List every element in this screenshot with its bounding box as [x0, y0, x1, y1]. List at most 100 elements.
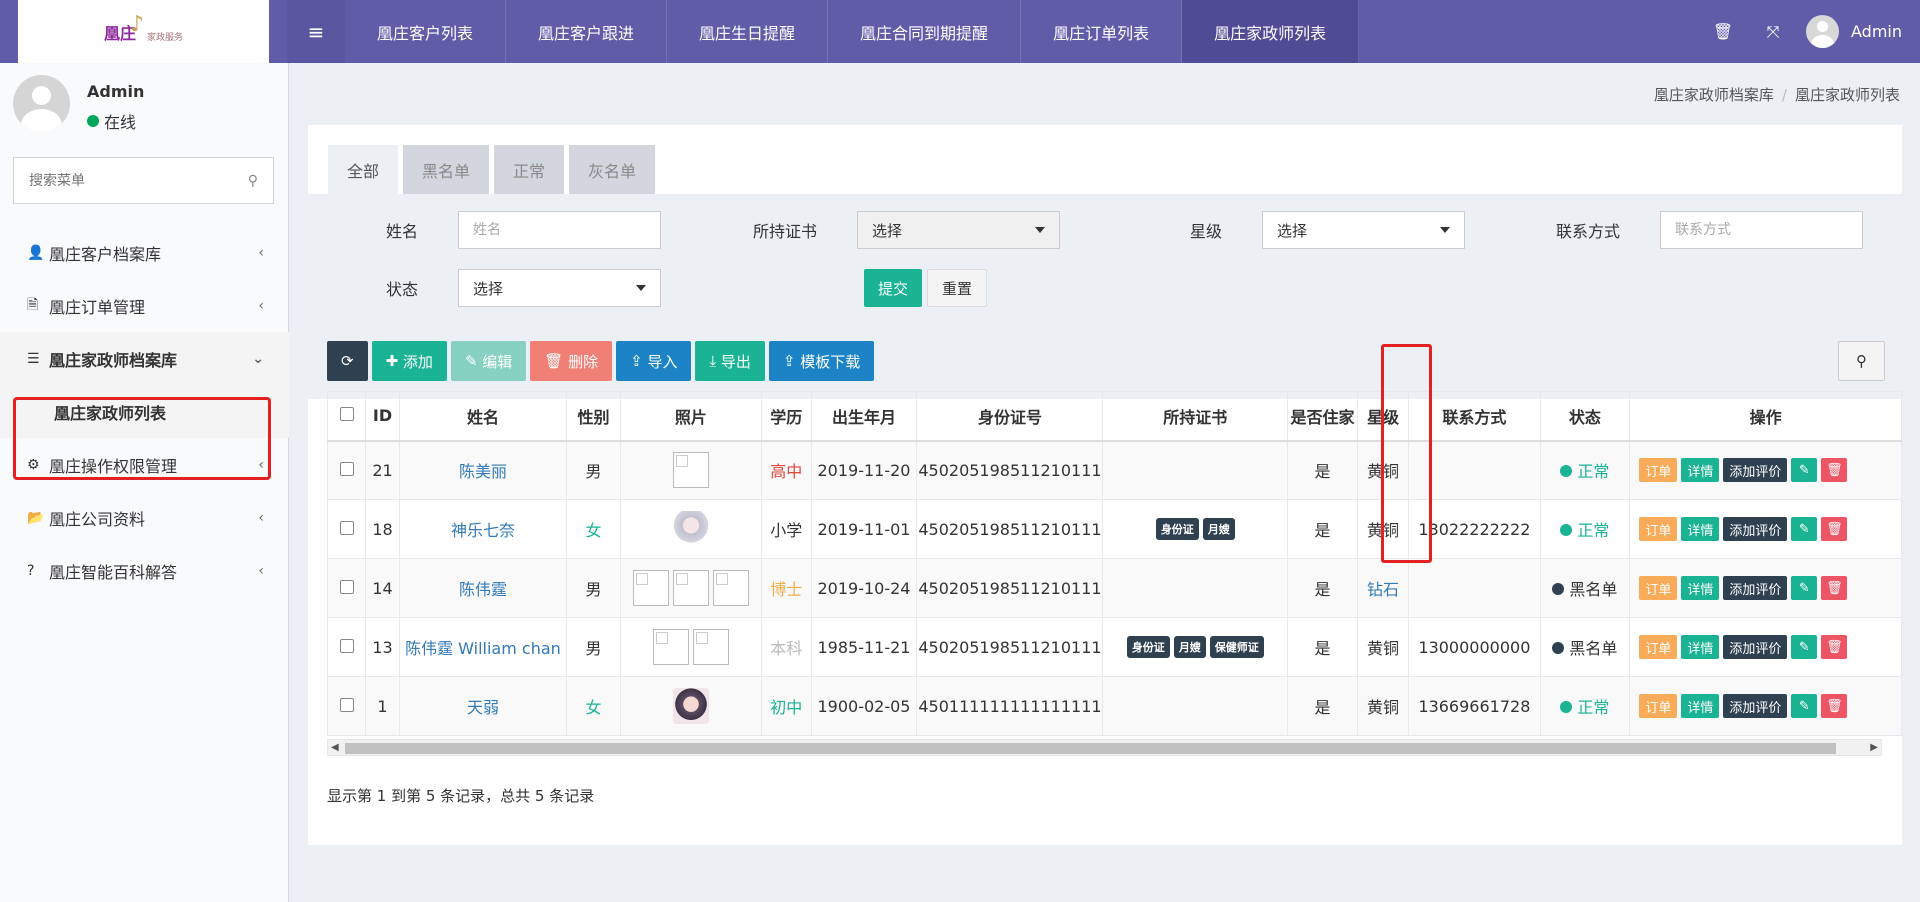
photo-thumbnail[interactable]	[672, 688, 709, 724]
search-icon[interactable]: ⚲	[248, 173, 258, 189]
sidebar-item-wiki[interactable]: ? 凰庄智能百科解答 ‹	[0, 544, 289, 597]
tab-order-list[interactable]: 凰庄订单列表	[1021, 0, 1183, 63]
reset-button[interactable]: 重置	[927, 269, 988, 307]
refresh-button[interactable]: ⟳	[327, 341, 368, 381]
tab-greylist[interactable]: 灰名单	[569, 145, 656, 194]
row-checkbox[interactable]	[339, 697, 354, 712]
horizontal-scrollbar[interactable]: ◀ ▶	[327, 739, 1882, 756]
add-review-button[interactable]: 添加评价	[1723, 517, 1788, 541]
broken-image-icon[interactable]	[632, 570, 669, 606]
tab-normal[interactable]: 正常	[494, 145, 565, 194]
table-row[interactable]: 14 陈伟霆 男 博士 2019-10-24 45020519851121011…	[326, 558, 1902, 618]
row-checkbox[interactable]	[339, 520, 354, 535]
tab-contract-expiry[interactable]: 凰庄合同到期提醒	[828, 0, 1022, 63]
sidebar-item-housekeeper-archive[interactable]: ☰ 凰庄家政师档案库 ⌄	[0, 332, 289, 385]
detail-button[interactable]: 详情	[1681, 458, 1720, 483]
menu-search-input[interactable]	[29, 172, 248, 189]
edit-row-button[interactable]: ✎	[1791, 458, 1818, 483]
order-button[interactable]: 订单	[1639, 517, 1678, 541]
template-download-button[interactable]: ⇪ 模板下载	[768, 341, 875, 381]
broken-image-icon[interactable]	[692, 629, 729, 665]
app-logo[interactable]: 凰庄 ♪ 家政服务	[18, 0, 269, 63]
add-button[interactable]: ✚ 添加	[371, 341, 447, 381]
tab-blacklist[interactable]: 黑名单	[403, 145, 490, 194]
cell-name[interactable]: 神乐七奈	[398, 499, 568, 559]
col-name[interactable]: 姓名	[398, 391, 568, 442]
col-certs[interactable]: 所持证书	[1102, 391, 1289, 442]
photo-thumbnail[interactable]	[672, 511, 709, 547]
col-ops[interactable]: 操作	[1629, 391, 1902, 442]
edit-button[interactable]: ✎ 编辑	[450, 341, 527, 381]
scroll-thumb[interactable]	[345, 743, 1836, 754]
cell-name[interactable]: 天弱	[398, 676, 568, 736]
contact-input[interactable]	[1660, 211, 1863, 249]
tab-all[interactable]: 全部	[328, 145, 399, 194]
broken-image-icon[interactable]	[672, 570, 709, 606]
col-live[interactable]: 是否住家	[1287, 391, 1358, 442]
row-checkbox[interactable]	[339, 461, 354, 476]
scroll-left-icon[interactable]: ◀	[331, 742, 339, 753]
table-row[interactable]: 18 神乐七奈 女 小学 2019-11-01 4502051985112101…	[326, 499, 1902, 559]
cell-name[interactable]: 陈伟霆	[398, 558, 568, 618]
order-button[interactable]: 订单	[1639, 694, 1678, 718]
col-id[interactable]: ID	[365, 391, 400, 442]
sidebar-item-customer-archive[interactable]: 👤 凰庄客户档案库 ‹	[0, 226, 289, 279]
add-review-button[interactable]: 添加评价	[1723, 576, 1788, 600]
submit-button[interactable]: 提交	[864, 269, 923, 307]
detail-button[interactable]: 详情	[1681, 576, 1720, 600]
order-button[interactable]: 订单	[1639, 458, 1678, 483]
delete-row-button[interactable]: 🗑	[1821, 694, 1848, 718]
status-select[interactable]: 选择	[458, 269, 661, 307]
import-button[interactable]: ⇪ 导入	[616, 341, 692, 381]
col-birth[interactable]: 出生年月	[810, 391, 918, 442]
breadcrumb-parent[interactable]: 凰庄家政师档案库	[1654, 86, 1774, 104]
edit-row-button[interactable]: ✎	[1791, 694, 1818, 718]
order-button[interactable]: 订单	[1639, 576, 1678, 600]
table-row[interactable]: 13 陈伟霆 William chan 男 本科 1985-11-21 4502…	[326, 617, 1902, 677]
detail-button[interactable]: 详情	[1681, 517, 1720, 541]
star-select[interactable]: 选择	[1262, 211, 1465, 249]
name-input[interactable]	[458, 211, 661, 249]
edit-row-button[interactable]: ✎	[1791, 576, 1818, 600]
sidebar-item-company-info[interactable]: 📂 凰庄公司资料 ‹	[0, 491, 289, 544]
detail-button[interactable]: 详情	[1681, 635, 1720, 659]
broken-image-icon[interactable]	[652, 629, 689, 665]
order-button[interactable]: 订单	[1639, 635, 1678, 659]
tab-birthday-reminder[interactable]: 凰庄生日提醒	[667, 0, 829, 63]
sidebar-item-order-management[interactable]: 🗎 凰庄订单管理 ‹	[0, 279, 289, 332]
add-review-button[interactable]: 添加评价	[1723, 458, 1788, 483]
broken-image-icon[interactable]	[672, 452, 709, 489]
select-all-checkbox[interactable]	[339, 407, 354, 422]
detail-button[interactable]: 详情	[1681, 694, 1720, 718]
add-review-button[interactable]: 添加评价	[1723, 635, 1788, 659]
cell-name[interactable]: 陈美丽	[398, 440, 568, 500]
col-status[interactable]: 状态	[1539, 391, 1631, 442]
cell-name[interactable]: 陈伟霆 William chan	[398, 617, 568, 677]
export-button[interactable]: ⤓ 导出	[695, 341, 765, 381]
delete-row-button[interactable]: 🗑	[1821, 458, 1848, 483]
row-checkbox[interactable]	[339, 579, 354, 594]
delete-row-button[interactable]: 🗑	[1821, 635, 1848, 659]
edit-row-button[interactable]: ✎	[1791, 517, 1818, 541]
user-menu[interactable]: Admin	[1798, 15, 1920, 48]
add-review-button[interactable]: 添加评价	[1723, 694, 1788, 718]
broken-image-icon[interactable]	[712, 570, 749, 606]
tab-customer-list[interactable]: 凰庄客户列表	[345, 0, 507, 63]
edit-row-button[interactable]: ✎	[1791, 635, 1818, 659]
col-sex[interactable]: 性别	[566, 391, 621, 442]
table-row[interactable]: 1 天弱 女 初中 1900-02-05 450111111111111111 …	[326, 676, 1902, 736]
fullscreen-icon[interactable]: ⤧	[1748, 22, 1798, 42]
col-photo[interactable]: 照片	[619, 391, 763, 442]
cert-select[interactable]: 选择	[857, 211, 1060, 249]
col-edu[interactable]: 学历	[761, 391, 812, 442]
tab-customer-followup[interactable]: 凰庄客户跟进	[506, 0, 668, 63]
delete-row-button[interactable]: 🗑	[1821, 517, 1848, 541]
row-checkbox[interactable]	[339, 638, 354, 653]
delete-button[interactable]: 🗑 删除	[530, 341, 613, 381]
table-row[interactable]: 21 陈美丽 男 高中 2019-11-20 45020519851121011…	[326, 440, 1902, 500]
col-idno[interactable]: 身份证号	[916, 391, 1104, 442]
delete-row-button[interactable]: 🗑	[1821, 576, 1848, 600]
search-toggle-button[interactable]: ⚲	[1838, 341, 1885, 381]
scroll-right-icon[interactable]: ▶	[1870, 742, 1878, 753]
tab-housekeeper-list[interactable]: 凰庄家政师列表	[1182, 0, 1360, 63]
